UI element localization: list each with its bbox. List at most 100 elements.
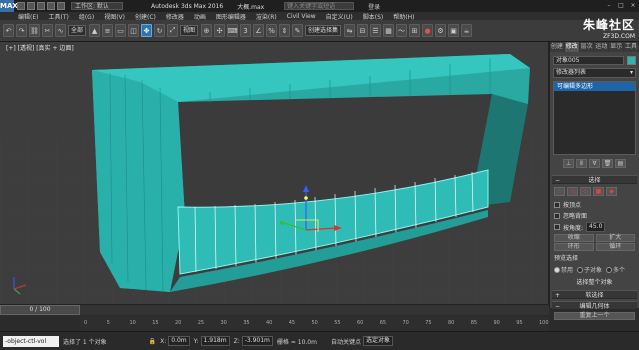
edit-geometry-rollout-header[interactable]: − 编辑几何体	[552, 301, 637, 310]
x-coordinate-field[interactable]: 0.0m	[168, 336, 190, 346]
track-bar[interactable]: 0 5 10 15 20 25 30 35 40 45 50 55 60 65 70 75 80 85 90 95 10…	[80, 317, 549, 331]
time-slider-handle[interactable]: 0 / 100	[0, 305, 80, 315]
spinner-snap-icon[interactable]: ⇕	[279, 24, 291, 37]
tab-hierarchy[interactable]: 层次	[580, 42, 595, 52]
pin-stack-icon[interactable]: ⊥	[563, 159, 574, 168]
tab-motion[interactable]: 运动	[594, 42, 610, 52]
mirror-icon[interactable]: ⇋	[344, 24, 356, 37]
keyboard-shortcut-icon[interactable]: ⌨	[227, 24, 239, 37]
polygon-mode-icon[interactable]: ■	[593, 187, 604, 196]
vertex-mode-icon[interactable]: ∴	[554, 187, 565, 196]
modifier-list-dropdown[interactable]: 修改器列表 ▾	[553, 68, 636, 78]
remove-modifier-icon[interactable]: 🗑	[602, 159, 613, 168]
schematic-view-icon[interactable]: ⊞	[409, 24, 421, 37]
ring-button[interactable]: 环形	[554, 243, 594, 251]
bind-spacewarp-icon[interactable]: ∿	[55, 24, 66, 37]
make-unique-icon[interactable]: ∀	[589, 159, 600, 168]
unlink-icon[interactable]: ✂	[42, 24, 53, 37]
curve-editor-icon[interactable]: 〜	[396, 24, 408, 37]
render-production-icon[interactable]: ☕	[461, 24, 473, 37]
menu-item-9[interactable]: Civil View	[287, 13, 316, 20]
link-icon[interactable]: ⛓	[29, 24, 40, 37]
track-tick-label: 0	[84, 320, 88, 326]
repeat-last-button[interactable]: 重复上一个	[554, 312, 635, 320]
tab-utilities[interactable]: 工具	[624, 42, 639, 52]
maxscript-listener-field[interactable]: -object-ctl-vol	[3, 335, 59, 347]
track-tick-label: 40	[266, 320, 273, 326]
select-by-name-icon[interactable]: ≡	[102, 24, 114, 37]
save-file-icon[interactable]	[37, 2, 45, 10]
object-name-field[interactable]: 对象005	[553, 56, 624, 65]
soft-selection-rollout-header[interactable]: + 软选择	[552, 290, 637, 299]
edge-mode-icon[interactable]: ◁	[567, 187, 578, 196]
configure-sets-icon[interactable]: ▤	[615, 159, 626, 168]
tab-modify[interactable]: 修改	[564, 42, 580, 52]
border-mode-icon[interactable]: ◇	[580, 187, 591, 196]
object-color-swatch[interactable]	[627, 56, 636, 65]
selection-filter-dropdown[interactable]: 全部	[68, 25, 87, 36]
redo-icon[interactable]	[57, 2, 65, 10]
selection-rollout-header[interactable]: − 选择	[552, 175, 637, 184]
preview-multi-radio[interactable]: 多个	[606, 265, 625, 274]
preview-off-radio[interactable]: 禁用	[554, 265, 573, 274]
time-slider-track[interactable]	[0, 304, 549, 315]
select-move-icon[interactable]: ✥	[141, 24, 153, 37]
grow-button[interactable]: 扩大	[595, 234, 635, 242]
close-icon[interactable]: ×	[627, 0, 639, 12]
angle-spinner[interactable]: 45.0	[586, 222, 606, 232]
ignore-backfacing-option[interactable]: 忽略背面	[550, 210, 639, 221]
edit-named-selection-icon[interactable]: ✎	[292, 24, 304, 37]
redo-tool-icon[interactable]: ↷	[16, 24, 27, 37]
by-vertex-checkbox[interactable]	[554, 201, 560, 208]
undo-tool-icon[interactable]: ↶	[3, 24, 14, 37]
shrink-button[interactable]: 收缩	[554, 234, 594, 242]
z-coordinate-field[interactable]: -3.901m	[241, 336, 273, 346]
element-mode-icon[interactable]: ◆	[606, 187, 617, 196]
track-tick-label: 70	[402, 320, 409, 326]
select-rotate-icon[interactable]: ↻	[154, 24, 166, 37]
manipulate-icon[interactable]: ✣	[214, 24, 226, 37]
auto-key-button[interactable]: 自动关键点	[331, 337, 361, 346]
snaps-toggle-icon[interactable]: 3	[240, 24, 252, 37]
window-crossing-icon[interactable]: ◫	[128, 24, 140, 37]
undo-icon[interactable]	[47, 2, 55, 10]
minimize-icon[interactable]: –	[603, 0, 615, 12]
rect-selection-icon[interactable]: ▭	[115, 24, 127, 37]
show-end-result-icon[interactable]: Ⅱ	[576, 159, 587, 168]
stack-item-editable-poly[interactable]: 可编辑多边形	[554, 82, 635, 91]
layer-manager-icon[interactable]: ☰	[370, 24, 382, 37]
rendered-frame-icon[interactable]: ▣	[448, 24, 460, 37]
open-file-icon[interactable]	[27, 2, 35, 10]
tab-display[interactable]: 显示	[609, 42, 625, 52]
selection-rollout-title: 选择	[588, 177, 601, 184]
by-angle-checkbox[interactable]	[554, 224, 560, 230]
render-setup-icon[interactable]: ⚙	[435, 24, 447, 37]
y-coordinate-field[interactable]: 1.918m	[200, 336, 230, 346]
lock-selection-icon[interactable]: 🔒	[149, 338, 156, 345]
preview-subobj-radio[interactable]: 子对象	[577, 265, 602, 274]
align-icon[interactable]: ⊟	[357, 24, 369, 37]
named-selection-dropdown[interactable]: 创建选择集	[305, 25, 342, 36]
reference-coord-dropdown[interactable]: 视图	[180, 25, 199, 36]
ignore-backfacing-checkbox[interactable]	[554, 212, 560, 219]
viewport-label[interactable]: [+] [透视] [真实 + 边面]	[6, 43, 74, 52]
select-object-icon[interactable]: ▲	[89, 24, 101, 37]
workspace-dropdown[interactable]: 工作区: 默认	[71, 2, 123, 10]
by-angle-option[interactable]: 按角度: 45.0	[550, 221, 639, 233]
app-logo-icon[interactable]: MAX	[0, 0, 18, 12]
perspective-viewport[interactable]: [+] [透视] [真实 + 边面]	[0, 42, 549, 304]
select-scale-icon[interactable]: ⤢	[167, 24, 179, 37]
by-vertex-option[interactable]: 按顶点	[550, 199, 639, 210]
loop-button[interactable]: 循环	[595, 243, 635, 251]
pivot-center-icon[interactable]: ⊕	[201, 24, 213, 37]
signin-link[interactable]: 登录	[368, 2, 380, 11]
material-editor-icon[interactable]: ●	[422, 24, 434, 37]
tab-create[interactable]: 创建	[550, 42, 565, 52]
new-file-icon[interactable]	[17, 2, 25, 10]
angle-snap-icon[interactable]: ∠	[253, 24, 265, 37]
graphite-toggle-icon[interactable]: ▦	[383, 24, 395, 37]
maximize-icon[interactable]: □	[615, 0, 627, 12]
search-input[interactable]: 键入关键字或短语	[284, 2, 355, 10]
percent-snap-icon[interactable]: %	[266, 24, 278, 37]
key-filter-dropdown[interactable]: 选定对象	[362, 336, 393, 346]
